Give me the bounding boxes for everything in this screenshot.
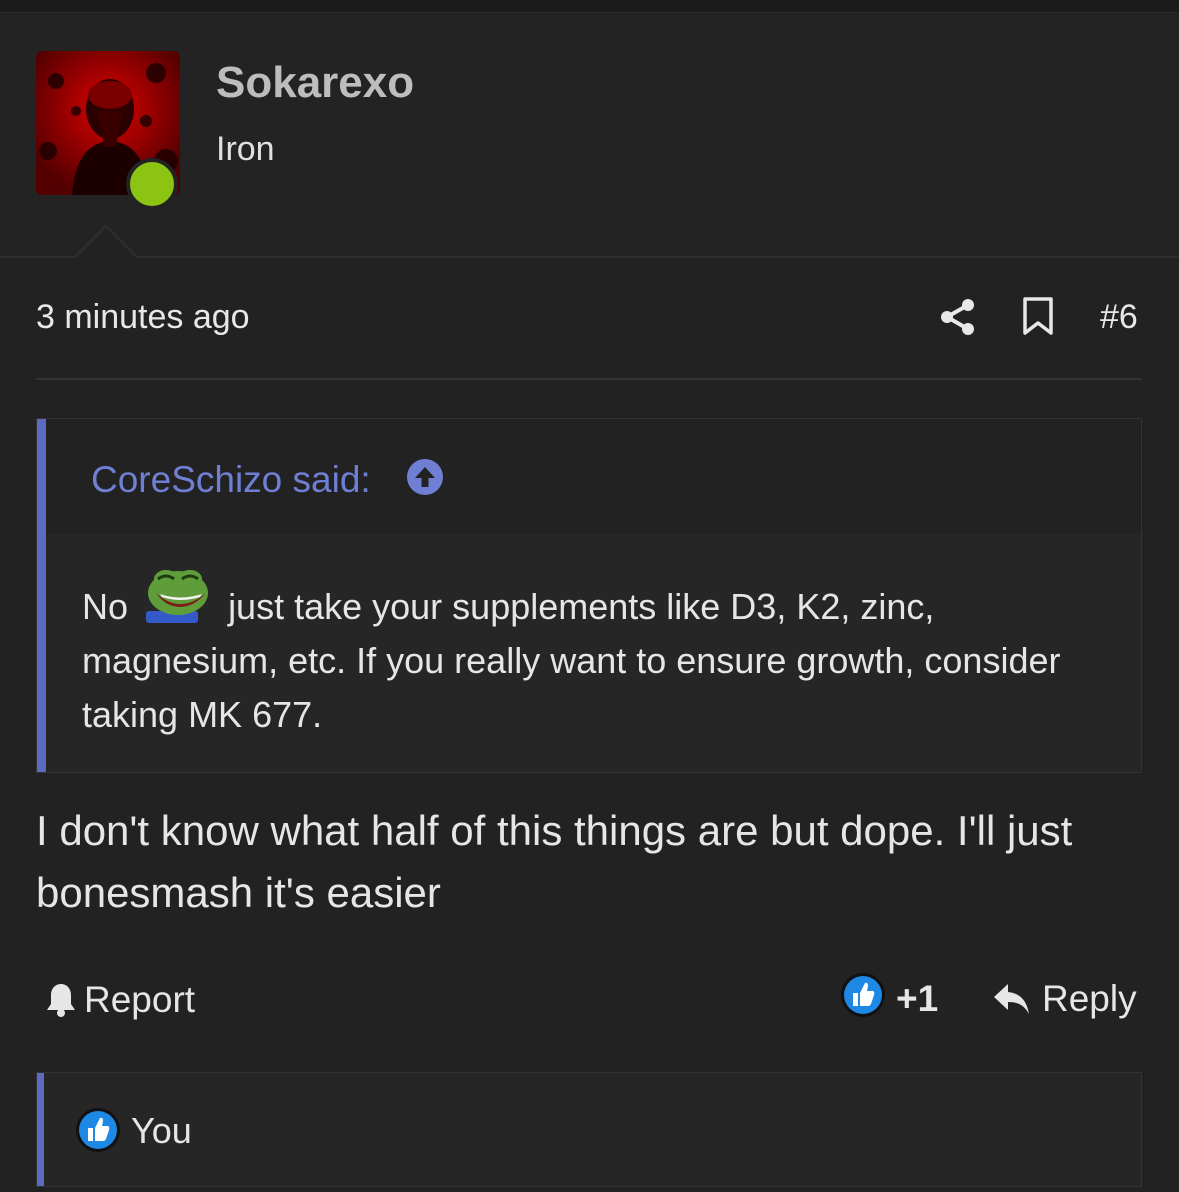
top-strip <box>0 0 1179 13</box>
reply-arrow-icon <box>994 984 1029 1014</box>
go-to-quoted-post-icon[interactable] <box>406 458 444 496</box>
reaction-count[interactable]: +1 <box>896 978 938 1020</box>
quote-text-rest: just take your supplements like D3, K2, … <box>82 586 1061 735</box>
online-status-indicator <box>126 158 178 210</box>
divider <box>36 378 1142 380</box>
reactions-accent-bar <box>37 1073 44 1186</box>
post-timestamp[interactable]: 3 minutes ago <box>36 298 250 337</box>
reaction-user-list[interactable]: You <box>131 1110 192 1152</box>
quote-header: CoreSchizo said: <box>46 419 1141 534</box>
bell-icon <box>47 984 75 1017</box>
like-reaction-icon[interactable] <box>840 972 886 1018</box>
bookmark-icon[interactable] <box>1021 296 1055 336</box>
pepe-laugh-emoji-icon <box>146 570 209 623</box>
quote-text-start: No <box>82 586 129 627</box>
post-body-text: I don't know what half of this things ar… <box>36 807 1073 916</box>
quote-block: CoreSchizo said: No just take your suppl… <box>36 418 1142 773</box>
reply-label: Reply <box>1042 978 1137 1019</box>
quote-accent-bar <box>37 419 46 772</box>
user-title: Iron <box>216 130 275 168</box>
report-label: Report <box>84 979 196 1020</box>
reply-button[interactable]: Reply <box>992 978 1137 1020</box>
post-number-link[interactable]: #6 <box>1100 298 1138 337</box>
username[interactable]: Sokarexo <box>216 58 414 108</box>
reactions-bar[interactable]: You <box>36 1072 1142 1187</box>
quote-author-link[interactable]: CoreSchizo said: <box>91 459 371 501</box>
like-reaction-icon <box>76 1108 120 1152</box>
share-icon[interactable] <box>938 297 978 337</box>
report-button[interactable]: Report <box>44 978 195 1022</box>
quote-text: No just take your supplements like D3, K… <box>82 565 1122 742</box>
